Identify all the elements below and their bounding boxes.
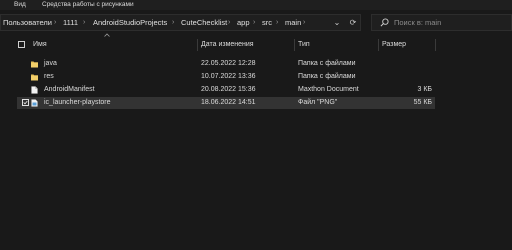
- folder-icon: [31, 74, 38, 81]
- file-type: Папка с файлами: [298, 73, 356, 80]
- column-header-name[interactable]: Имя: [33, 36, 47, 54]
- column-divider[interactable]: [197, 39, 198, 51]
- file-date: 20.08.2022 15:36: [201, 86, 256, 93]
- breadcrumb-androidstudioprojects[interactable]: AndroidStudioProjects: [93, 15, 167, 30]
- breadcrumb-app[interactable]: app: [237, 15, 250, 30]
- address-row: Пользователи › 1111 › AndroidStudioProje…: [0, 10, 512, 35]
- search-input[interactable]: [394, 16, 504, 29]
- file-name: ic_launcher-playstore: [44, 99, 111, 106]
- breadcrumb-1111[interactable]: 1111: [63, 15, 78, 30]
- file-date: 22.05.2022 12:28: [201, 60, 256, 67]
- file-name: res: [44, 73, 54, 80]
- column-header-date[interactable]: Дата изменения: [201, 36, 254, 54]
- refresh-icon[interactable]: ⟳: [347, 14, 359, 31]
- search-box[interactable]: [371, 14, 512, 31]
- checkmark-icon: [23, 100, 28, 105]
- breadcrumb-separator-icon[interactable]: ›: [54, 15, 56, 30]
- breadcrumb-separator-icon[interactable]: ›: [172, 15, 174, 30]
- breadcrumb-separator-icon[interactable]: ›: [303, 15, 305, 30]
- image-file-icon: [31, 99, 38, 107]
- file-type: Maxthon Document: [298, 86, 359, 93]
- breadcrumb-src[interactable]: src: [262, 15, 272, 30]
- row-checkbox[interactable]: [22, 99, 29, 106]
- breadcrumb-cutechecklist[interactable]: CuteChecklist: [181, 15, 227, 30]
- chevron-down-icon[interactable]: ⌄: [331, 14, 343, 31]
- file-type: Файл "PNG": [298, 99, 338, 106]
- file-name: java: [44, 60, 57, 67]
- address-bar[interactable]: Пользователи › 1111 › AndroidStudioProje…: [0, 14, 361, 31]
- folder-icon: [31, 61, 38, 68]
- column-header-row: Имя Дата изменения Тип Размер: [0, 36, 512, 54]
- file-date: 18.06.2022 14:51: [201, 99, 256, 106]
- document-icon: [31, 86, 38, 94]
- column-divider[interactable]: [435, 39, 436, 51]
- search-icon: [380, 18, 389, 27]
- file-row[interactable]: java 22.05.2022 12:28 Папка с файлами: [17, 58, 435, 70]
- column-header-type[interactable]: Тип: [298, 36, 310, 54]
- breadcrumb-separator-icon[interactable]: ›: [276, 15, 278, 30]
- file-size: 3 КБ: [417, 86, 432, 93]
- file-size: 55 КБ: [413, 99, 432, 106]
- file-date: 10.07.2022 13:36: [201, 73, 256, 80]
- breadcrumb-users[interactable]: Пользователи: [3, 15, 52, 30]
- column-header-size[interactable]: Размер: [382, 36, 406, 54]
- breadcrumb-separator-icon[interactable]: ›: [253, 15, 255, 30]
- tab-picture-tools[interactable]: Средства работы с рисунками: [42, 0, 134, 10]
- file-row[interactable]: AndroidManifest 20.08.2022 15:36 Maxthon…: [17, 84, 435, 96]
- breadcrumb-separator-icon[interactable]: ›: [83, 15, 85, 30]
- column-divider[interactable]: [378, 39, 379, 51]
- tab-view[interactable]: Вид: [14, 0, 26, 10]
- file-name: AndroidManifest: [44, 86, 95, 93]
- file-type: Папка с файлами: [298, 60, 356, 67]
- file-row-selected[interactable]: ic_launcher-playstore 18.06.2022 14:51 Ф…: [17, 97, 435, 109]
- ribbon-tabs: Вид Средства работы с рисунками: [0, 0, 512, 10]
- breadcrumb-main[interactable]: main: [285, 15, 301, 30]
- file-explorer-window: Вид Средства работы с рисунками Пользова…: [0, 0, 512, 250]
- column-divider[interactable]: [294, 39, 295, 51]
- breadcrumb-separator-icon[interactable]: ›: [228, 15, 230, 30]
- select-all-checkbox[interactable]: [18, 41, 25, 48]
- file-row[interactable]: res 10.07.2022 13:36 Папка с файлами: [17, 71, 435, 83]
